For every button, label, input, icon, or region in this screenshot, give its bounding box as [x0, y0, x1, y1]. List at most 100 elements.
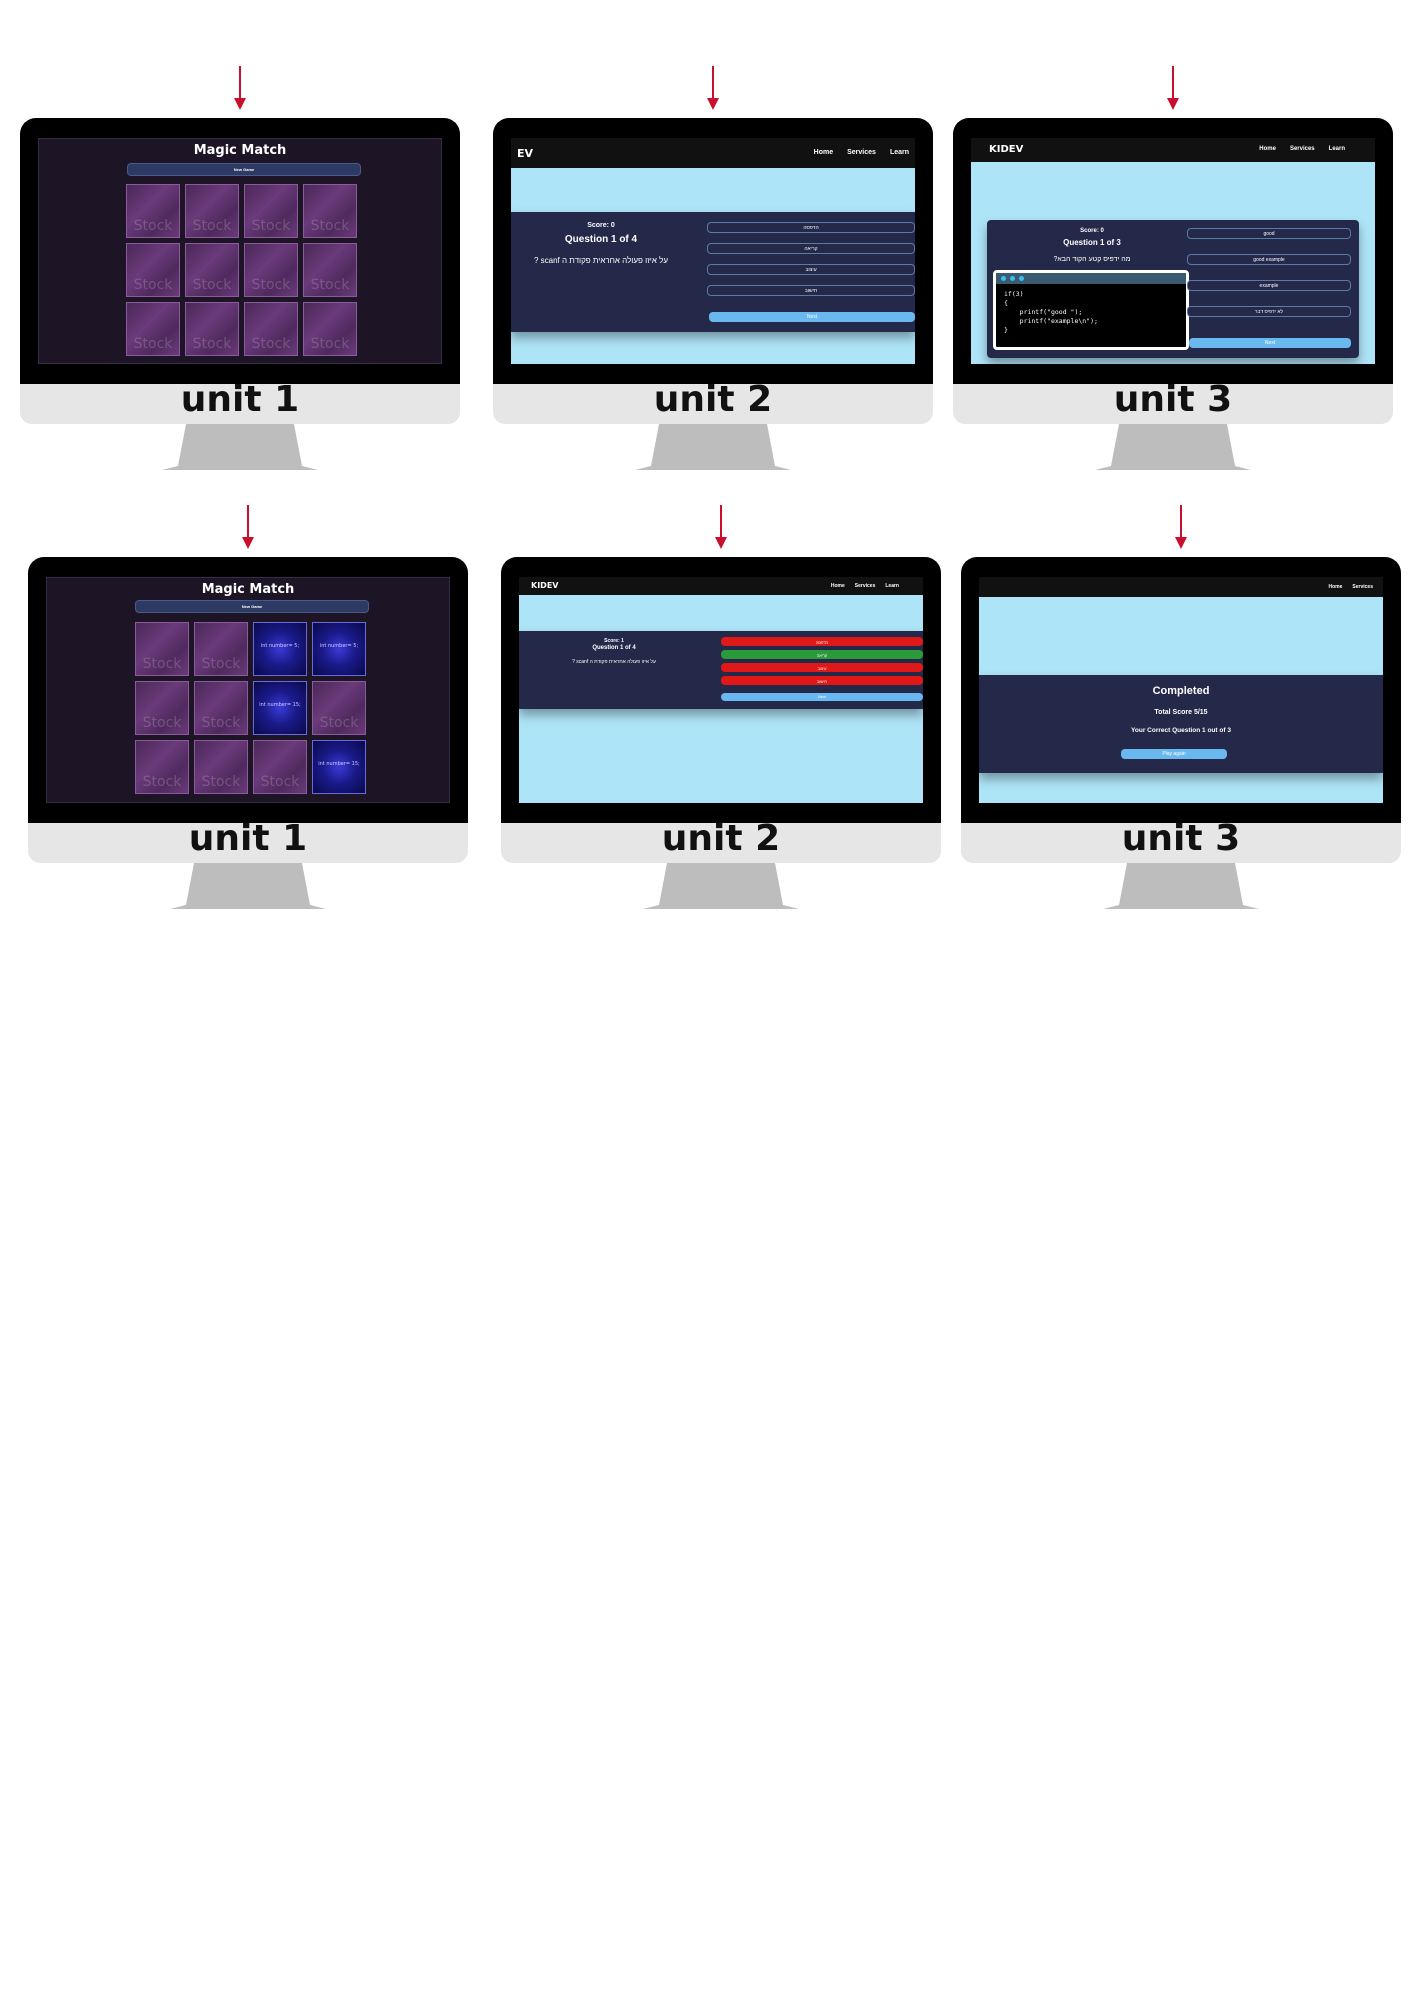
- answer-option[interactable]: good: [1187, 228, 1351, 239]
- monitor-stand: [1103, 863, 1259, 909]
- memory-card-revealed[interactable]: int number= 5;: [253, 622, 307, 676]
- memory-card[interactable]: Stock: [244, 184, 298, 238]
- card-text: Stock: [201, 656, 241, 672]
- site-logo[interactable]: KIDEV: [531, 581, 558, 590]
- nav-home[interactable]: Home: [1329, 584, 1343, 590]
- card-text: Stock: [192, 277, 232, 293]
- quiz-screen: EV Home Services Learn Score: 0 Question…: [511, 138, 915, 364]
- card-text: int number= 15;: [259, 702, 301, 708]
- memory-card-revealed[interactable]: int number= 15;: [312, 740, 366, 794]
- top-navbar: Home Services: [979, 577, 1383, 597]
- nav-learn[interactable]: Learn: [890, 149, 909, 156]
- quiz-panel: Score: 1 Question 1 of 4 על איזו פעולה א…: [519, 631, 923, 709]
- quiz-panel: Score: 0 Question 1 of 4 על איזו פעולה א…: [511, 212, 915, 332]
- nav-services[interactable]: Services: [1352, 584, 1373, 590]
- card-text: Stock: [260, 774, 300, 790]
- unit-label: unit 2: [653, 379, 773, 420]
- memory-card[interactable]: Stock: [244, 302, 298, 356]
- nav-learn[interactable]: Learn: [1329, 146, 1345, 152]
- memory-card[interactable]: Stock: [312, 681, 366, 735]
- card-text: Stock: [310, 277, 350, 293]
- arrow-down-icon: [234, 66, 246, 110]
- quiz-screen: KIDEV Home Services Learn Score: 0 Quest…: [971, 138, 1375, 364]
- memory-card[interactable]: Stock: [135, 681, 189, 735]
- monitor-stand: [170, 863, 326, 909]
- monitor-unit-2-answered: KIDEV Home Services Learn Score: 1 Quest…: [501, 505, 941, 917]
- nav-links: Home Services Learn: [831, 583, 899, 589]
- memory-card[interactable]: Stock: [185, 302, 239, 356]
- answer-option-wrong[interactable]: הדפסה: [721, 637, 923, 646]
- answer-option-correct[interactable]: קריאה: [721, 650, 923, 659]
- memory-card[interactable]: Stock: [253, 740, 307, 794]
- answer-option[interactable]: עיצוב: [707, 264, 915, 275]
- monitor-stand: [643, 863, 799, 909]
- monitor-stand: [1095, 424, 1251, 470]
- memory-card[interactable]: Stock: [194, 740, 248, 794]
- memory-card[interactable]: Stock: [126, 184, 180, 238]
- unit-label: unit 2: [661, 818, 781, 859]
- code-snippet: if(3) { printf("good "); printf("example…: [1004, 290, 1098, 334]
- quiz-panel: Score: 0 Question 1 of 3 מה ידפיס קטע הק…: [987, 220, 1359, 358]
- memory-card[interactable]: Stock: [303, 184, 357, 238]
- memory-card[interactable]: Stock: [194, 622, 248, 676]
- card-text: int number= 15;: [318, 761, 360, 767]
- unit-label: unit 1: [188, 818, 308, 859]
- card-text: Stock: [201, 715, 241, 731]
- play-again-button[interactable]: Play again: [1121, 749, 1227, 759]
- nav-services[interactable]: Services: [1290, 146, 1315, 152]
- nav-home[interactable]: Home: [831, 583, 845, 589]
- memory-card[interactable]: Stock: [303, 302, 357, 356]
- memory-card[interactable]: Stock: [303, 243, 357, 297]
- memory-card[interactable]: Stock: [135, 622, 189, 676]
- answer-option[interactable]: good example: [1187, 254, 1351, 265]
- window-dot-icon: [1010, 276, 1015, 281]
- nav-services[interactable]: Services: [855, 583, 876, 589]
- answer-option[interactable]: לא ידפיס דבר: [1187, 306, 1351, 317]
- question-text: על איזו פעולה אחראית פקודת ה scanf ?: [533, 256, 669, 265]
- magic-match-screen: Magic Match New Game Stock Stock int num…: [46, 577, 450, 803]
- new-game-button[interactable]: New Game: [127, 163, 361, 176]
- quiz-complete-screen: Home Services Completed Total Score 5/15…: [979, 577, 1383, 803]
- monitor-unit-1-start: Magic Match New Game Stock Stock Stock S…: [20, 66, 460, 478]
- monitor-unit-2-start: EV Home Services Learn Score: 0 Question…: [493, 66, 933, 478]
- memory-card-revealed[interactable]: int number= 5;: [312, 622, 366, 676]
- question-text: מה ידפיס קטע הקוד הבא?: [1053, 256, 1131, 263]
- nav-learn[interactable]: Learn: [885, 583, 899, 589]
- next-button[interactable]: Next: [709, 312, 915, 322]
- next-button[interactable]: Next: [721, 693, 923, 701]
- memory-card[interactable]: Stock: [135, 740, 189, 794]
- next-button[interactable]: Next: [1189, 338, 1351, 348]
- memory-card[interactable]: Stock: [194, 681, 248, 735]
- score-text: Score: 0: [1080, 228, 1104, 234]
- magic-match-screen: Magic Match New Game Stock Stock Stock S…: [38, 138, 442, 364]
- card-text: Stock: [142, 715, 182, 731]
- site-logo[interactable]: KIDEV: [989, 144, 1023, 155]
- answer-option[interactable]: קריאה: [707, 243, 915, 254]
- nav-home[interactable]: Home: [1259, 146, 1276, 152]
- arrow-down-icon: [242, 505, 254, 549]
- card-text: Stock: [251, 336, 291, 352]
- answer-option[interactable]: חישוב: [707, 285, 915, 296]
- memory-card[interactable]: Stock: [244, 243, 298, 297]
- card-text: Stock: [310, 336, 350, 352]
- answer-option[interactable]: example: [1187, 280, 1351, 291]
- new-game-button[interactable]: New Game: [135, 600, 369, 613]
- memory-card[interactable]: Stock: [126, 302, 180, 356]
- answer-option[interactable]: הדפסה: [707, 222, 915, 233]
- nav-home[interactable]: Home: [814, 149, 833, 156]
- nav-links: Home Services Learn: [1259, 146, 1345, 152]
- site-logo[interactable]: EV: [517, 147, 533, 160]
- total-score: Total Score 5/15: [1154, 709, 1208, 716]
- memory-card[interactable]: Stock: [185, 243, 239, 297]
- nav-links: Home Services Learn: [814, 149, 909, 156]
- nav-services[interactable]: Services: [847, 149, 876, 156]
- answer-option-wrong[interactable]: חישוב: [721, 676, 923, 685]
- answer-option-wrong[interactable]: עיצוב: [721, 663, 923, 672]
- question-counter: Question 1 of 4: [564, 234, 638, 245]
- memory-card-revealed[interactable]: int number= 15;: [253, 681, 307, 735]
- code-window: if(3) { printf("good "); printf("example…: [993, 270, 1189, 350]
- memory-card[interactable]: Stock: [185, 184, 239, 238]
- card-text: int number= 5;: [319, 643, 359, 649]
- monitor-stand: [635, 424, 791, 470]
- memory-card[interactable]: Stock: [126, 243, 180, 297]
